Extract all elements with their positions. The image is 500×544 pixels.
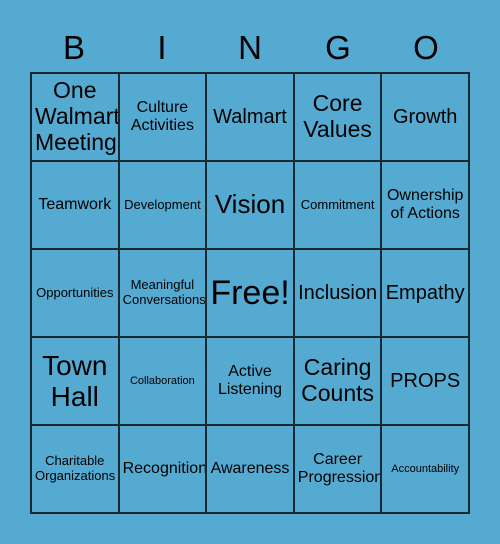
- bingo-cell[interactable]: Town Hall: [32, 338, 120, 426]
- bingo-cell-label: Charitable Organizations: [35, 453, 116, 483]
- bingo-cell-label: Free!: [210, 273, 290, 312]
- bingo-cell-label: PROPS: [390, 369, 461, 392]
- bingo-cell-label: Town Hall: [42, 349, 108, 412]
- bingo-cell-label: Meaningful Conversations: [122, 277, 206, 307]
- bingo-cell-label: Inclusion: [298, 281, 378, 304]
- bingo-cell[interactable]: Growth: [382, 74, 470, 162]
- bingo-cell[interactable]: Meaningful Conversations: [119, 250, 208, 338]
- bingo-cell[interactable]: Recognition: [119, 426, 208, 514]
- bingo-cell[interactable]: Walmart: [207, 74, 295, 162]
- bingo-card: B I N G O One Walmart Meeting Culture Activit…: [0, 0, 500, 544]
- bingo-grid: One Walmart Meeting Culture Activities Wal…: [30, 72, 470, 514]
- bingo-cell-label: Walmart: [213, 105, 287, 128]
- bingo-header-letter-o: O: [413, 28, 439, 66]
- bingo-cell-label: One Walmart Meeting: [35, 77, 120, 155]
- bingo-cell-free-space[interactable]: Free!: [207, 250, 295, 338]
- bingo-cell-label: Career Progression: [297, 451, 383, 486]
- bingo-cell-label: Collaboration: [129, 374, 195, 387]
- bingo-cell-label: Ownership of Actions: [386, 187, 464, 222]
- bingo-cell[interactable]: Accountability: [382, 426, 470, 514]
- bingo-cell[interactable]: Teamwork: [32, 162, 120, 250]
- bingo-cell[interactable]: Opportunities: [32, 250, 120, 338]
- bingo-cell-label: Active Listening: [217, 363, 283, 398]
- bingo-cell[interactable]: PROPS: [382, 338, 470, 426]
- bingo-cell[interactable]: Awareness: [207, 426, 295, 514]
- bingo-cell-label: Commitment: [300, 196, 375, 212]
- bingo-header-letter-g: G: [325, 28, 351, 66]
- bingo-header-letter-b: B: [62, 28, 85, 66]
- bingo-cell[interactable]: Inclusion: [294, 250, 383, 338]
- bingo-cell-label: Growth: [392, 105, 458, 128]
- bingo-cell-label: Awareness: [210, 460, 290, 478]
- bingo-cell-label: Development: [124, 196, 201, 212]
- bingo-cell[interactable]: Commitment: [294, 162, 383, 250]
- bingo-cell[interactable]: Vision: [207, 162, 295, 250]
- bingo-cell-label: Empathy: [385, 281, 465, 304]
- bingo-cell[interactable]: Development: [119, 162, 208, 250]
- bingo-cell-label: Core Values: [303, 90, 372, 142]
- bingo-cell[interactable]: Culture Activities: [119, 74, 208, 162]
- bingo-cell-label: Teamwork: [38, 196, 112, 214]
- bingo-cell-label: Recognition: [122, 460, 208, 478]
- bingo-cell[interactable]: Active Listening: [207, 338, 295, 426]
- bingo-header-letter-i: I: [157, 28, 167, 66]
- bingo-cell-label: Opportunities: [36, 284, 114, 300]
- bingo-header-letter-n: N: [238, 28, 262, 66]
- bingo-cell-label: Accountability: [391, 462, 460, 475]
- bingo-cell-label: Culture Activities: [130, 99, 194, 134]
- bingo-cell[interactable]: One Walmart Meeting: [32, 74, 120, 162]
- bingo-cell-label: Caring Counts: [301, 354, 375, 406]
- bingo-cell[interactable]: Caring Counts: [294, 338, 383, 426]
- bingo-header: BINGO: [30, 22, 470, 72]
- bingo-cell[interactable]: Empathy: [382, 250, 470, 338]
- bingo-cell[interactable]: Charitable Organizations: [32, 426, 120, 514]
- bingo-cell[interactable]: Core Values: [294, 74, 383, 162]
- bingo-cell-label: Vision: [214, 189, 286, 220]
- bingo-cell[interactable]: Ownership of Actions: [382, 162, 470, 250]
- bingo-cell[interactable]: Collaboration: [119, 338, 208, 426]
- bingo-cell[interactable]: Career Progression: [294, 426, 383, 514]
